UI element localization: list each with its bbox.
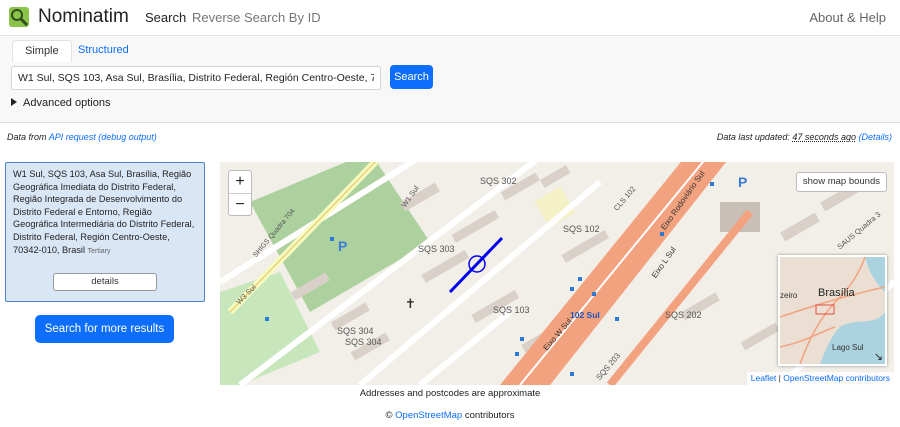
approximate-note: Addresses and postcodes are approximate — [359, 388, 541, 399]
about-help-link[interactable]: About & Help — [809, 10, 886, 25]
church-icon: ✝ — [405, 297, 416, 312]
map-label-sqs304a: SQS 304 — [337, 326, 374, 336]
brand-title[interactable]: Nominatim — [38, 6, 129, 28]
minimap-toggle-icon[interactable]: ↘ — [874, 350, 883, 363]
map-label-sqs202: SQS 202 — [665, 310, 702, 320]
result-type: Tertiary — [87, 247, 111, 255]
zoom-out-button[interactable]: − — [229, 193, 251, 215]
map-label-102-sul: 102 Sul — [570, 310, 600, 320]
minimap[interactable]: Brasília zeiro Lago Sul ↘ — [778, 255, 887, 366]
zoom-in-button[interactable]: + — [229, 171, 251, 193]
parking-icon: P — [738, 174, 748, 190]
debug-output-link[interactable]: (debug output) — [98, 132, 157, 142]
map-label-sqs304b: SQS 304 — [345, 337, 382, 347]
map-attribution: Leaflet | OpenStreetMap contributors — [746, 372, 894, 385]
minimap-label-lake: Lago Sul — [832, 343, 864, 352]
nominatim-logo-icon[interactable] — [8, 6, 30, 28]
data-from-label: Data from — [7, 132, 47, 142]
data-source-line: Data from API request (debug output) — [7, 132, 157, 142]
map-label-sqs303: SQS 303 — [418, 244, 455, 254]
leaflet-link[interactable]: Leaflet — [751, 373, 777, 383]
advanced-options-toggle[interactable]: Advanced options — [11, 97, 110, 109]
data-updated-line: Data last updated: 47 seconds ago (Detai… — [717, 132, 892, 142]
search-panel: Simple Structured Search Advanced option… — [0, 37, 900, 123]
map-label-sqs103: SQS 103 — [493, 305, 530, 315]
search-button[interactable]: Search — [390, 65, 433, 89]
map-view[interactable]: SQS 302 SQS 102 SQS 303 SQS 103 SQS 304 … — [220, 162, 894, 385]
triangle-right-icon — [11, 98, 17, 106]
copyright-symbol: © — [385, 410, 393, 421]
tab-structured[interactable]: Structured — [66, 40, 141, 62]
api-request-link[interactable]: API request — [49, 132, 96, 142]
search-input[interactable] — [11, 66, 381, 90]
result-card[interactable]: W1 Sul, SQS 103, Asa Sul, Brasília, Regi… — [5, 162, 205, 302]
search-more-results-button[interactable]: Search for more results — [35, 315, 174, 343]
osm-attribution-link[interactable]: OpenStreetMap contributors — [783, 373, 890, 383]
footer: © OpenStreetMap contributors — [0, 410, 900, 421]
updated-ago: 47 seconds ago — [792, 132, 856, 142]
show-map-bounds-button[interactable]: show map bounds — [795, 172, 887, 192]
zoom-control: + − — [228, 170, 252, 216]
details-button[interactable]: details — [53, 273, 157, 291]
result-address: W1 Sul, SQS 103, Asa Sul, Brasília, Regi… — [13, 169, 195, 255]
map-label-sqs102: SQS 102 — [563, 224, 600, 234]
map-label-sqs302: SQS 302 — [480, 176, 517, 186]
footer-osm-link[interactable]: OpenStreetMap — [395, 410, 462, 421]
details-link[interactable]: (Details) — [858, 132, 892, 142]
updated-label: Data last updated: — [716, 132, 790, 142]
nav-reverse[interactable]: Reverse — [192, 10, 240, 25]
parking-icon-2: P — [338, 238, 348, 254]
nav-search-by-id[interactable]: Search By ID — [244, 10, 321, 25]
minimap-label-city: Brasília — [818, 287, 855, 299]
top-navbar: Nominatim Search Reverse Search By ID Ab… — [0, 0, 900, 36]
minimap-label-left: zeiro — [780, 291, 798, 300]
nav-search[interactable]: Search — [145, 10, 186, 25]
footer-contributors: contributors — [464, 410, 515, 421]
advanced-options-label: Advanced options — [23, 97, 111, 109]
tab-simple[interactable]: Simple — [12, 40, 72, 62]
